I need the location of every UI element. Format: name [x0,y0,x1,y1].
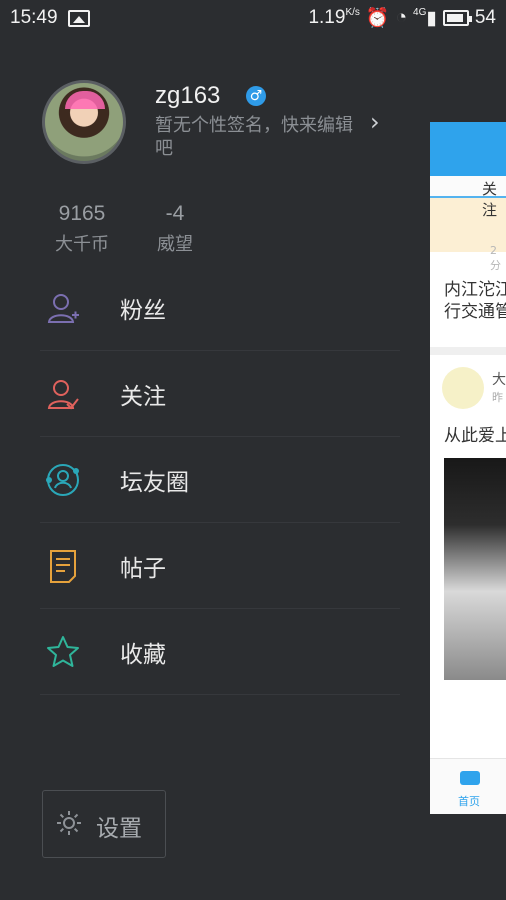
stat-prestige[interactable]: -4 威望 [157,202,193,256]
battery-level: 54 [474,7,496,28]
battery-icon [442,10,472,26]
avatar[interactable] [42,80,126,164]
status-bar: 15:49 1.19K/s ⏰ ◔ 4G▮ 54 [0,0,506,36]
menu-label-fans: 粉丝 [120,298,166,324]
main-content-peek[interactable]: 关注 2分 内江沱江 行交通管 大 昨 从此爱上 首页 [430,122,506,814]
peek-bottom-nav: 首页 [430,758,506,814]
status-time: 15:49 [10,7,58,28]
menu-item-follow[interactable]: 关注 [0,351,400,437]
home-chat-icon[interactable] [460,771,480,785]
stat-prestige-label: 威望 [157,234,193,255]
peek-post-avatar[interactable] [442,367,484,409]
signature-text[interactable]: 暂无个性签名，快来编辑吧 [155,114,365,160]
username[interactable]: zg163 [155,82,220,110]
peek-post-title[interactable]: 从此爱上 [430,421,506,446]
settings-button[interactable]: 设置 [42,790,166,858]
side-menu: 粉丝 关注 坛友圈 帖子 收藏 [0,265,400,695]
status-right: 1.19K/s ⏰ ◔ 4G▮ 54 [308,6,496,30]
peek-post-name: 大 [492,372,506,388]
peek-post-header[interactable]: 大 昨 [430,355,506,411]
wifi-icon: ◔ [395,7,408,28]
circle-icon [44,461,82,499]
alarm-icon: ⏰ [365,8,390,29]
gear-icon [57,811,81,835]
menu-label-posts: 帖子 [120,556,166,582]
menu-item-posts[interactable]: 帖子 [0,523,400,609]
menu-label-favorites: 收藏 [120,642,166,668]
peek-post-time: 昨 [492,391,503,404]
stat-coins[interactable]: 9165 大千币 [55,202,109,256]
menu-item-fans[interactable]: 粉丝 [0,265,400,351]
peek-post-photo[interactable] [444,458,506,680]
peek-header [430,122,506,176]
menu-item-circle[interactable]: 坛友圈 [0,437,400,523]
peek-divider [430,347,506,355]
avatar-flower-crown [65,91,105,109]
menu-item-favorites[interactable]: 收藏 [0,609,400,695]
menu-label-circle: 坛友圈 [120,470,189,496]
peek-tab-follow[interactable]: 关注 [430,176,506,219]
stat-coins-label: 大千币 [55,234,109,255]
peek-age: 2分 [490,244,501,272]
star-icon [44,633,82,671]
signal-icon: 4G▮ [413,6,437,29]
chevron-right-icon[interactable]: › [370,108,380,136]
image-notification-icon [67,9,90,27]
nav-home-label[interactable]: 首页 [458,793,480,809]
male-gender-icon: ♂ [246,86,266,106]
menu-label-follow: 关注 [120,384,166,410]
fans-icon [44,289,82,327]
follow-icon [44,375,82,413]
peek-news-line2: 行交通管 [444,302,506,322]
peek-news-title[interactable]: 内江沱江 行交通管 [430,273,506,323]
peek-news-line1: 内江沱江 [444,280,506,300]
stat-prestige-value: -4 [165,202,185,225]
post-icon [44,547,82,585]
net-speed: 1.19K/s [308,7,360,28]
settings-label: 设置 [96,816,142,842]
stat-coins-value: 9165 [58,202,106,225]
